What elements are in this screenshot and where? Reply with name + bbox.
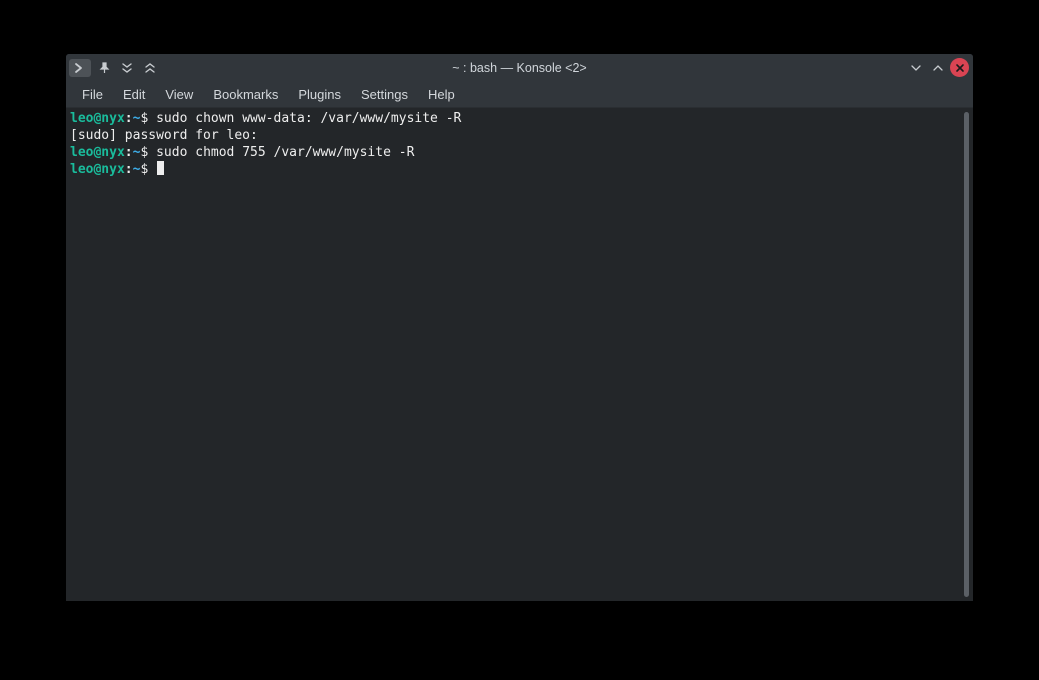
prompt-user-host: leo@nyx (70, 145, 125, 160)
terminal-line: leo@nyx:~$ (70, 161, 956, 178)
maximize-button[interactable] (928, 58, 948, 78)
terminal-output: [sudo] password for leo: (70, 128, 266, 143)
terminal-line: leo@nyx:~$ sudo chown www-data: /var/www… (70, 110, 956, 127)
titlebar-right-controls (906, 58, 973, 78)
pin-icon[interactable] (94, 58, 114, 78)
terminal-line: [sudo] password for leo: (70, 127, 956, 144)
close-button[interactable] (950, 58, 969, 77)
prompt-symbol: $ (140, 162, 148, 177)
terminal-cursor (157, 161, 164, 175)
menu-edit[interactable]: Edit (113, 83, 155, 106)
prompt-symbol: $ (140, 111, 148, 126)
terminal-container: leo@nyx:~$ sudo chown www-data: /var/www… (66, 108, 973, 601)
menu-bookmarks[interactable]: Bookmarks (203, 83, 288, 106)
menu-file[interactable]: File (72, 83, 113, 106)
terminal[interactable]: leo@nyx:~$ sudo chown www-data: /var/www… (66, 108, 960, 601)
menubar: File Edit View Bookmarks Plugins Setting… (66, 81, 973, 108)
prompt-user-host: leo@nyx (70, 162, 125, 177)
prompt-separator: : (125, 111, 133, 126)
prompt-symbol: $ (140, 145, 148, 160)
app-menu-icon[interactable] (69, 59, 91, 77)
konsole-window: ~ : bash — Konsole <2> File Edit View Bo… (66, 54, 973, 601)
titlebar[interactable]: ~ : bash — Konsole <2> (66, 54, 973, 81)
menu-plugins[interactable]: Plugins (288, 83, 351, 106)
scrollbar-thumb[interactable] (964, 112, 969, 597)
minimize-button[interactable] (906, 58, 926, 78)
titlebar-left-controls (66, 58, 160, 78)
terminal-command: sudo chown www-data: /var/www/mysite -R (156, 111, 461, 126)
shade-down-icon[interactable] (117, 58, 137, 78)
prompt-separator: : (125, 162, 133, 177)
shade-up-icon[interactable] (140, 58, 160, 78)
prompt-separator: : (125, 145, 133, 160)
terminal-line: leo@nyx:~$ sudo chmod 755 /var/www/mysit… (70, 144, 956, 161)
prompt-user-host: leo@nyx (70, 111, 125, 126)
terminal-command: sudo chmod 755 /var/www/mysite -R (156, 145, 414, 160)
window-title: ~ : bash — Konsole <2> (66, 61, 973, 75)
menu-view[interactable]: View (155, 83, 203, 106)
scrollbar[interactable] (960, 108, 973, 601)
menu-help[interactable]: Help (418, 83, 465, 106)
menu-settings[interactable]: Settings (351, 83, 418, 106)
